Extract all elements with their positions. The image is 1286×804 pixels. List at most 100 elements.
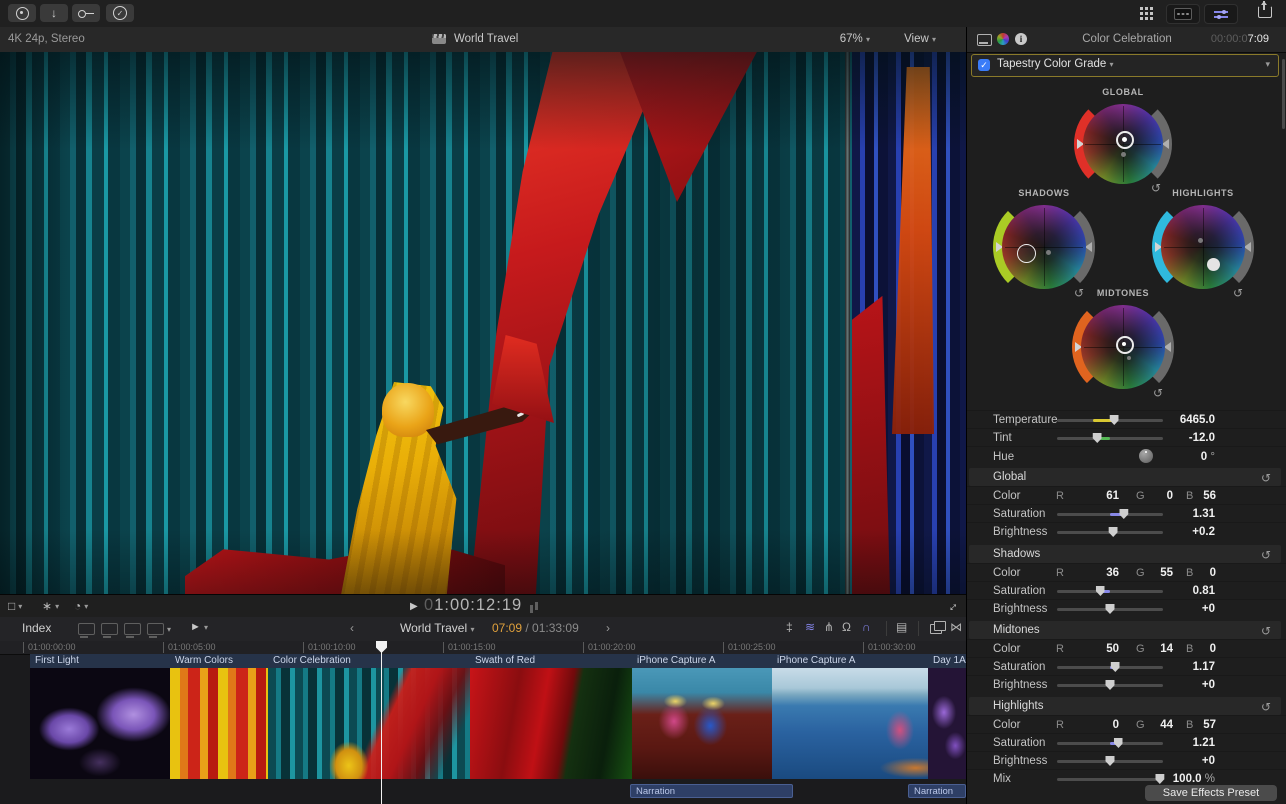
viewer-timecode[interactable]: 01:00:12:19 bbox=[424, 596, 522, 615]
audio-clip[interactable]: Narration bbox=[908, 784, 966, 798]
timeline-clip[interactable]: Swath of Red bbox=[470, 654, 633, 779]
global-b-value[interactable]: 56 bbox=[1203, 490, 1216, 502]
shadows-saturation-slider[interactable] bbox=[1057, 590, 1163, 593]
global-saturation-value[interactable]: 1.31 bbox=[1193, 508, 1215, 520]
shadows-b-value[interactable]: 0 bbox=[1210, 567, 1216, 579]
color-wheel-midtones[interactable]: ↺ bbox=[1081, 305, 1165, 389]
download-button[interactable]: ↓ bbox=[40, 4, 68, 22]
timeline-clip[interactable]: Day 1A bbox=[928, 654, 966, 779]
color-wheel-shadows[interactable]: ↺ bbox=[1002, 205, 1086, 289]
playhead-line[interactable] bbox=[381, 641, 382, 804]
timeline-clip[interactable]: iPhone Capture A bbox=[772, 654, 929, 779]
global-r-value[interactable]: 61 bbox=[1106, 490, 1119, 502]
edit-options-chevron[interactable]: ▾ bbox=[167, 625, 171, 634]
color-wheel-highlights[interactable]: ↺ bbox=[1161, 205, 1245, 289]
append-edit-icon[interactable] bbox=[124, 623, 141, 635]
effect-enable-checkbox[interactable]: ✓ bbox=[978, 59, 990, 71]
timeline-ruler[interactable]: 01:00:00:00 01:00:05:00 01:00:10:00 01:0… bbox=[0, 641, 966, 655]
effect-list-chevron[interactable]: ▾ bbox=[1265, 59, 1270, 70]
hue-dial[interactable] bbox=[1139, 449, 1153, 463]
shadows-r-value[interactable]: 36 bbox=[1106, 567, 1119, 579]
shadows-g-value[interactable]: 55 bbox=[1160, 567, 1173, 579]
video-canvas[interactable] bbox=[0, 52, 966, 594]
reset-icon[interactable]: ↺ bbox=[1153, 386, 1163, 400]
save-effects-preset-button[interactable]: Save Effects Preset bbox=[1145, 785, 1277, 801]
timeline-clip[interactable]: Warm Colors bbox=[170, 654, 269, 779]
hue-value[interactable]: 0 ° bbox=[1201, 451, 1215, 463]
highlights-brightness-value[interactable]: +0 bbox=[1202, 755, 1215, 767]
show-inspector-button[interactable] bbox=[1204, 4, 1238, 24]
audio-monitor-toggle[interactable]: Ω bbox=[842, 620, 851, 634]
temperature-value[interactable]: 6465.0 bbox=[1180, 414, 1215, 426]
overwrite-edit-icon[interactable] bbox=[147, 623, 164, 635]
tint-slider[interactable] bbox=[1057, 437, 1163, 440]
zoom-level-menu[interactable]: 67% ▾ bbox=[840, 33, 870, 45]
retime-menu[interactable]: ◔▾ bbox=[74, 599, 88, 613]
tint-value[interactable]: -12.0 bbox=[1189, 432, 1215, 444]
reset-icon[interactable]: ↺ bbox=[1261, 700, 1271, 714]
audio-skimming-toggle[interactable]: ≋ bbox=[805, 620, 815, 634]
reset-icon[interactable]: ↺ bbox=[1261, 624, 1271, 638]
audio-clip[interactable]: Narration bbox=[630, 784, 793, 798]
shadows-brightness-slider[interactable] bbox=[1057, 608, 1163, 611]
wheel-puck[interactable] bbox=[1207, 258, 1220, 271]
midtones-brightness-value[interactable]: +0 bbox=[1202, 679, 1215, 691]
highlights-r-value[interactable]: 0 bbox=[1113, 719, 1119, 731]
enhancements-menu[interactable]: ∗▾ bbox=[42, 599, 59, 613]
timeline-project-menu[interactable]: World Travel ▾ bbox=[400, 621, 475, 635]
inspector-scrollbar[interactable] bbox=[1282, 59, 1285, 129]
background-tasks-button[interactable]: ✓ bbox=[106, 4, 134, 22]
keywords-button[interactable] bbox=[72, 4, 100, 22]
fullscreen-icon[interactable]: ↔ bbox=[942, 596, 962, 616]
timeline-clip[interactable]: Color Celebration bbox=[268, 654, 471, 779]
reset-icon[interactable]: ↺ bbox=[1151, 181, 1161, 195]
midtones-saturation-value[interactable]: 1.17 bbox=[1193, 661, 1215, 673]
share-button[interactable] bbox=[1258, 2, 1272, 18]
reset-icon[interactable]: ↺ bbox=[1261, 471, 1271, 485]
mix-slider[interactable] bbox=[1057, 778, 1163, 781]
tools-menu[interactable]: ► ▾ bbox=[190, 621, 208, 633]
midtones-brightness-slider[interactable] bbox=[1057, 684, 1163, 687]
solo-toggle[interactable]: ⋔ bbox=[824, 620, 834, 634]
insert-edit-icon[interactable] bbox=[101, 623, 118, 635]
highlights-brightness-slider[interactable] bbox=[1057, 760, 1163, 763]
timeline-clip[interactable]: iPhone Capture A bbox=[632, 654, 773, 779]
connect-edit-icon[interactable] bbox=[78, 623, 95, 635]
highlights-g-value[interactable]: 44 bbox=[1160, 719, 1173, 731]
show-browser-button[interactable] bbox=[1140, 7, 1153, 20]
highlights-saturation-value[interactable]: 1.21 bbox=[1193, 737, 1215, 749]
global-brightness-slider[interactable] bbox=[1057, 531, 1163, 534]
wheel-puck[interactable] bbox=[1017, 244, 1036, 263]
color-wheel-global[interactable]: ↺ bbox=[1083, 104, 1163, 184]
skimming-toggle[interactable]: ‡ bbox=[786, 620, 793, 634]
import-media-button[interactable] bbox=[8, 4, 36, 22]
reset-icon[interactable]: ↺ bbox=[1261, 548, 1271, 562]
previous-project-button[interactable]: ‹ bbox=[350, 621, 354, 635]
temperature-slider[interactable] bbox=[1057, 419, 1163, 422]
highlights-b-value[interactable]: 57 bbox=[1203, 719, 1216, 731]
index-button[interactable]: Index bbox=[22, 621, 51, 635]
crop-tool-menu[interactable]: □▾ bbox=[8, 599, 22, 613]
next-project-button[interactable]: › bbox=[606, 621, 610, 635]
midtones-r-value[interactable]: 50 bbox=[1106, 643, 1119, 655]
shadows-saturation-value[interactable]: 0.81 bbox=[1193, 585, 1215, 597]
audio-meters-icon[interactable] bbox=[530, 601, 540, 613]
shadows-brightness-value[interactable]: +0 bbox=[1202, 603, 1215, 615]
highlights-saturation-slider[interactable] bbox=[1057, 742, 1163, 745]
timeline-clip[interactable]: First Light bbox=[30, 654, 171, 779]
duplicate-icon[interactable] bbox=[930, 624, 942, 634]
midtones-saturation-slider[interactable] bbox=[1057, 666, 1163, 669]
midtones-g-value[interactable]: 14 bbox=[1160, 643, 1173, 655]
clip-appearance-button[interactable]: ▤ bbox=[896, 620, 907, 634]
mix-value[interactable]: 100.0 % bbox=[1173, 773, 1215, 785]
trim-overview-icon[interactable]: ⋈ bbox=[950, 620, 962, 634]
global-g-value[interactable]: 0 bbox=[1167, 490, 1173, 502]
reset-icon[interactable]: ↺ bbox=[1233, 286, 1243, 300]
show-timeline-button[interactable] bbox=[1166, 4, 1200, 24]
view-menu[interactable]: View ▾ bbox=[904, 33, 936, 45]
global-saturation-slider[interactable] bbox=[1057, 513, 1163, 516]
effect-row-tapestry-color-grade[interactable]: ✓ Tapestry Color Grade ▾ ▾ bbox=[971, 54, 1279, 77]
snapping-toggle[interactable]: ∩ bbox=[862, 620, 871, 634]
midtones-b-value[interactable]: 0 bbox=[1210, 643, 1216, 655]
global-brightness-value[interactable]: +0.2 bbox=[1192, 526, 1215, 538]
